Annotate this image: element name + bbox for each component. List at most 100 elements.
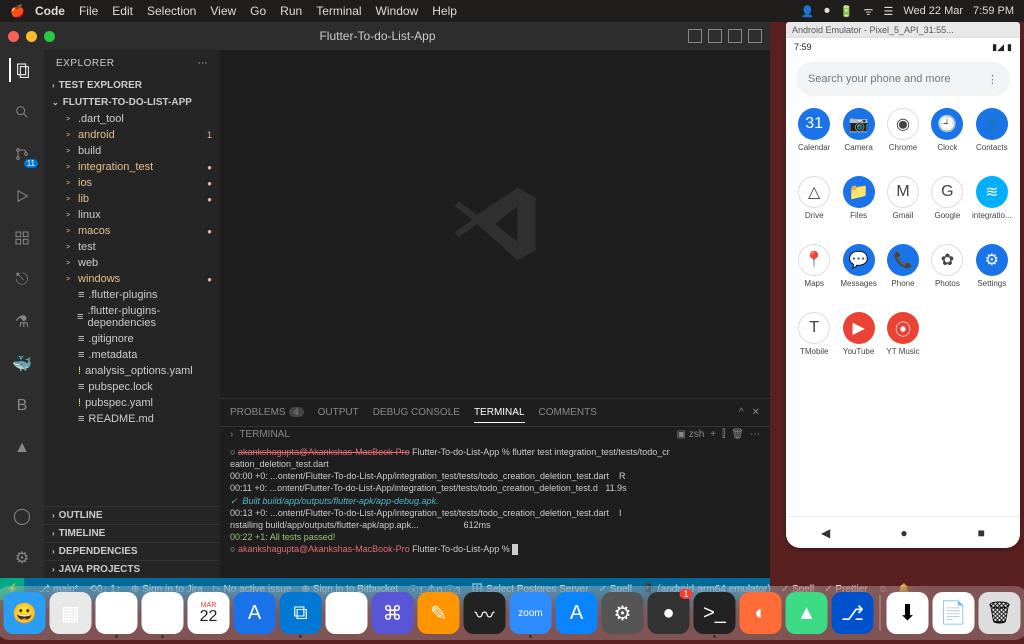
azure-icon[interactable]: ▲	[10, 436, 34, 460]
dock-activity[interactable]: 〰	[464, 592, 506, 634]
tree-item-analysis-options-yaml[interactable]: ! analysis_options.yaml	[44, 363, 220, 379]
dock-calendar[interactable]: MAR22	[188, 592, 230, 634]
app-google[interactable]: GGoogle	[925, 176, 969, 240]
menu-terminal[interactable]: Terminal	[316, 4, 361, 18]
tree-item-readme-md[interactable]: ≡ README.md	[44, 411, 220, 427]
tree-item-pubspec-lock[interactable]: ≡ pubspec.lock	[44, 379, 220, 395]
terminal-output[interactable]: ○ akankshagupta@Akankshas-MacBook-Pro Fl…	[220, 442, 770, 578]
battery-icon[interactable]: 🔋	[840, 5, 854, 18]
app-ytmusic[interactable]: ⦿YT Music	[881, 312, 925, 376]
timeline-section[interactable]: ›TIMELINE	[44, 524, 220, 542]
debug-console-tab[interactable]: DEBUG CONSOLE	[373, 403, 460, 422]
menu-edit[interactable]: Edit	[112, 4, 133, 18]
layout-sidebar-icon[interactable]	[708, 29, 722, 43]
tree-item--dart-tool[interactable]: >.dart_tool	[44, 111, 220, 127]
extensions-icon[interactable]	[10, 226, 34, 250]
panel-maximize-icon[interactable]: ^	[739, 407, 744, 418]
app-messages[interactable]: 💬Messages	[836, 244, 880, 308]
tree-item--flutter-plugins[interactable]: ≡ .flutter-plugins	[44, 287, 220, 303]
tree-item-windows[interactable]: >windows●	[44, 271, 220, 287]
app-photos[interactable]: ✿Photos	[925, 244, 969, 308]
menubar-date[interactable]: Wed 22 Mar	[903, 5, 963, 17]
tree-item-lib[interactable]: >lib●	[44, 191, 220, 207]
bookmark-icon[interactable]: B	[10, 394, 34, 418]
tree-item-web[interactable]: >web	[44, 255, 220, 271]
dock-android-studio[interactable]: ▲	[786, 592, 828, 634]
app-chrome[interactable]: ◉Chrome	[881, 108, 925, 172]
tree-item-integration-test[interactable]: >integration_test●	[44, 159, 220, 175]
user-icon[interactable]: 👤	[800, 5, 814, 18]
menu-run[interactable]: Run	[280, 4, 302, 18]
split-terminal-icon[interactable]: ⫿	[722, 429, 725, 440]
menu-app[interactable]: Code	[35, 4, 65, 18]
app-calendar[interactable]: 31Calendar	[792, 108, 836, 172]
menu-go[interactable]: Go	[250, 4, 266, 18]
layout-panel-icon[interactable]	[688, 29, 702, 43]
tree-item-build[interactable]: >build	[44, 143, 220, 159]
app-contacts[interactable]: 👤Contacts	[970, 108, 1014, 172]
apple-icon[interactable]: 🍎	[10, 4, 25, 18]
nav-home-button[interactable]: ●	[900, 526, 907, 540]
dock-launchpad[interactable]: ▦	[50, 592, 92, 634]
dock-zoom[interactable]: zoom	[510, 592, 552, 634]
dock-finder[interactable]: 😀	[4, 592, 46, 634]
dock-settings[interactable]: ⚙	[602, 592, 644, 634]
panel-close-icon[interactable]: ✕	[752, 407, 760, 418]
layout-customize-icon[interactable]	[748, 29, 762, 43]
app-maps[interactable]: 📍Maps	[792, 244, 836, 308]
app-camera[interactable]: 📷Camera	[836, 108, 880, 172]
dock-doc[interactable]: 📄	[933, 592, 975, 634]
app-tmobile[interactable]: TTMobile	[792, 312, 836, 376]
dock-slack[interactable]: ✱	[142, 592, 184, 634]
control-center-icon[interactable]: ☰	[883, 5, 893, 18]
dock-terminal[interactable]: >_	[694, 592, 736, 634]
emulator-search-bar[interactable]: Search your phone and more ⋮	[796, 62, 1010, 96]
tree-item-test[interactable]: >test	[44, 239, 220, 255]
testing-icon[interactable]: ⚗	[10, 310, 34, 334]
wifi-icon[interactable]: ᯤ	[863, 4, 873, 19]
menu-view[interactable]: View	[210, 4, 236, 18]
kill-terminal-icon[interactable]: 🗑	[731, 429, 744, 440]
tree-item--gitignore[interactable]: ≡ .gitignore	[44, 331, 220, 347]
app-gmail[interactable]: MGmail	[881, 176, 925, 240]
dock-notif[interactable]: ●1	[648, 592, 690, 634]
menu-file[interactable]: File	[79, 4, 98, 18]
app-integratio[interactable]: ≋integratio...	[970, 176, 1014, 240]
record-icon[interactable]: ⏺	[824, 5, 830, 18]
mic-icon[interactable]: ⋮	[987, 73, 998, 86]
tree-item-linux[interactable]: >linux	[44, 207, 220, 223]
outline-section[interactable]: ›OUTLINE	[44, 506, 220, 524]
tree-item-ios[interactable]: >ios●	[44, 175, 220, 191]
menu-selection[interactable]: Selection	[147, 4, 196, 18]
app-settings[interactable]: ⚙Settings	[970, 244, 1014, 308]
dock-reminders[interactable]: ☰	[326, 592, 368, 634]
app-drive[interactable]: △Drive	[792, 176, 836, 240]
tree-item-pubspec-yaml[interactable]: ! pubspec.yaml	[44, 395, 220, 411]
account-icon[interactable]: ◯	[10, 504, 34, 528]
menu-help[interactable]: Help	[432, 4, 457, 18]
search-icon[interactable]	[10, 100, 34, 124]
source-control-icon[interactable]	[10, 142, 34, 166]
nav-recents-button[interactable]: ■	[978, 526, 985, 540]
dock-vscode[interactable]: ⧉	[280, 592, 322, 634]
comments-tab[interactable]: COMMENTS	[539, 403, 597, 422]
app-phone[interactable]: 📞Phone	[881, 244, 925, 308]
app-youtube[interactable]: ▶YouTube	[836, 312, 880, 376]
terminal-more-icon[interactable]: ⋯	[750, 429, 760, 440]
menubar-time[interactable]: 7:59 PM	[973, 5, 1014, 17]
tree-item-android[interactable]: >android1	[44, 127, 220, 143]
output-tab[interactable]: OUTPUT	[318, 403, 359, 422]
terminal-tab[interactable]: TERMINAL	[474, 403, 525, 423]
run-debug-icon[interactable]	[10, 184, 34, 208]
dock-downloads[interactable]: ⬇	[887, 592, 929, 634]
dependencies-section[interactable]: ›DEPENDENCIES	[44, 542, 220, 560]
tree-item--flutter-plugins-dependencies[interactable]: ≡ .flutter-plugins-dependencies	[44, 303, 220, 331]
shell-label[interactable]: ▣ zsh	[676, 429, 704, 440]
app-clock[interactable]: 🕘Clock	[925, 108, 969, 172]
dock-pages[interactable]: ✎	[418, 592, 460, 634]
new-terminal-icon[interactable]: +	[710, 429, 716, 440]
window-close-button[interactable]	[8, 31, 19, 42]
explorer-more-icon[interactable]: ⋯	[198, 58, 209, 69]
settings-gear-icon[interactable]: ⚙	[10, 546, 34, 570]
remote-icon[interactable]: ⎋	[10, 268, 34, 292]
